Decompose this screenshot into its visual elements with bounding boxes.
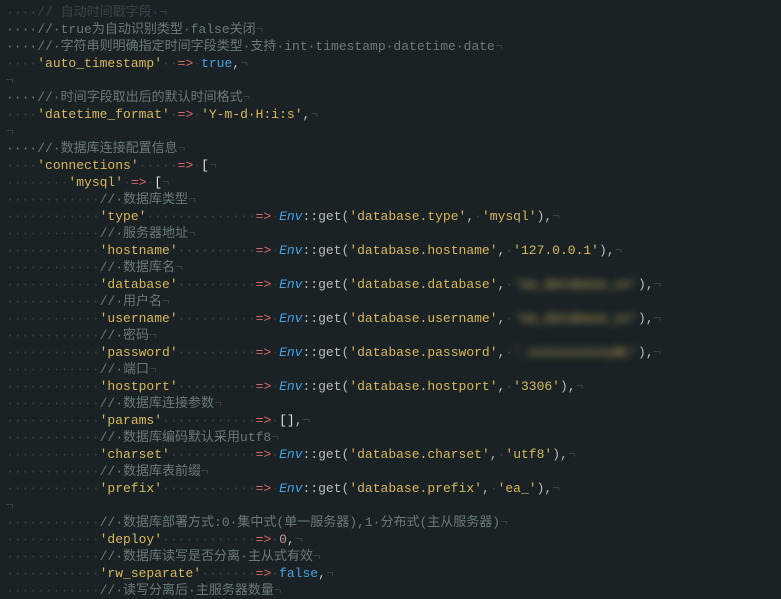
code-line: ············'charset'···········=>·Env::…	[0, 446, 781, 463]
code-line: ············//·密码¬	[0, 327, 781, 344]
code-line: ········'mysql'·=>·[¬	[0, 174, 781, 191]
code-line: ····//·true为自动识别类型·false关闭¬	[0, 21, 781, 38]
code-line: ····'datetime_format'·=>·'Y-m-d·H:i:s',¬	[0, 106, 781, 123]
code-line: ····//·字符串则明确指定时间字段类型·支持·int·timestamp·d…	[0, 38, 781, 55]
code-line: ············//·用户名¬	[0, 293, 781, 310]
code-line: ············//·数据库编码默认采用utf8¬	[0, 429, 781, 446]
code-line: ············//·读写分离后·主服务器数量¬	[0, 582, 781, 599]
code-line: ············'database'··········=>·Env::…	[0, 276, 781, 293]
code-line: ············'password'··········=>·Env::…	[0, 344, 781, 361]
code-line: ············//·数据库部署方式:0·集中式(单一服务器),1·分布…	[0, 514, 781, 531]
code-line: ············//·数据库读写是否分离·主从式有效¬	[0, 548, 781, 565]
code-line: ············'deploy'············=>·0,¬	[0, 531, 781, 548]
code-line: ····// 自动时间戳字段·¬	[0, 4, 781, 21]
code-line: ····'auto_timestamp'··=>·true,¬	[0, 55, 781, 72]
code-line: ············'type'··············=>·Env::…	[0, 208, 781, 225]
code-line: ············'hostname'··········=>·Env::…	[0, 242, 781, 259]
code-line: ············//·服务器地址¬	[0, 225, 781, 242]
code-line: ············'prefix'············=>·Env::…	[0, 480, 781, 497]
code-line: ············'username'··········=>·Env::…	[0, 310, 781, 327]
code-line: ············'hostport'··········=>·Env::…	[0, 378, 781, 395]
code-line: ············//·端口¬	[0, 361, 781, 378]
code-line: ············//·数据库表前缀¬	[0, 463, 781, 480]
code-line: ············//·数据库名¬	[0, 259, 781, 276]
code-line: ····//·数据库连接配置信息¬	[0, 140, 781, 157]
code-line: ············'params'············=>·[],¬	[0, 412, 781, 429]
code-line: ····'connections'·····=>·[¬	[0, 157, 781, 174]
code-line: ····//·时间字段取出后的默认时间格式¬	[0, 89, 781, 106]
code-line: ············//·数据库类型¬	[0, 191, 781, 208]
code-line: ¬	[0, 72, 781, 89]
code-line: ············//·数据库连接参数¬	[0, 395, 781, 412]
code-line: ¬	[0, 497, 781, 514]
code-line: ············'rw_separate'·······=>·false…	[0, 565, 781, 582]
code-line: ¬	[0, 123, 781, 140]
